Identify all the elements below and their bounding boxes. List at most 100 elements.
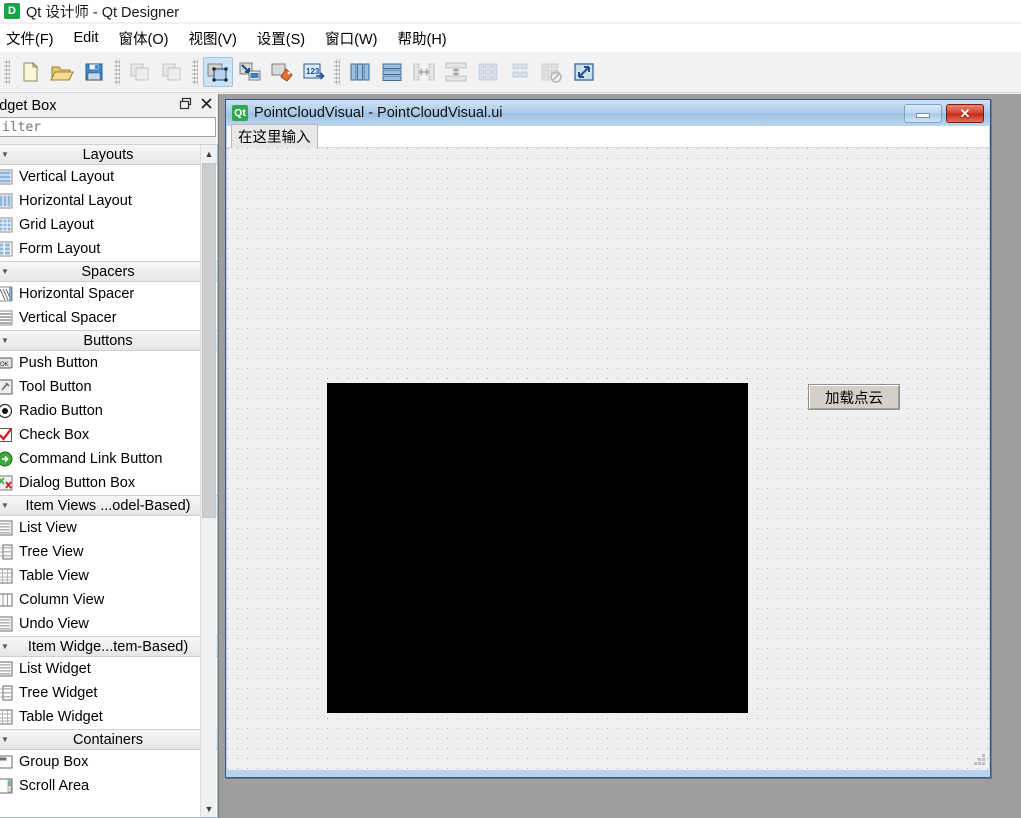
widget-item-label: Table View xyxy=(19,568,89,584)
pointcloud-display-widget[interactable] xyxy=(327,383,748,713)
edit-buddies-button[interactable] xyxy=(267,57,297,87)
widget-item-vertical-layout[interactable]: Vertical Layout xyxy=(0,165,217,189)
edit-widgets-button[interactable] xyxy=(203,57,233,87)
widget-item-scroll-area[interactable]: Scroll Area xyxy=(0,774,217,798)
widget-item-tree-view[interactable]: Tree View xyxy=(0,540,217,564)
widget-item-label: Tree Widget xyxy=(19,685,98,701)
widget-item-list-widget[interactable]: List Widget xyxy=(0,657,217,681)
widget-item-label: Command Link Button xyxy=(19,451,163,467)
section-title: Buttons xyxy=(83,332,133,349)
close-button[interactable]: ✕ xyxy=(946,103,984,123)
layout-grid-button[interactable] xyxy=(473,57,503,87)
widget-item-tree-widget[interactable]: Tree Widget xyxy=(0,681,217,705)
layout-horizontally-button[interactable] xyxy=(345,57,375,87)
widget-item-horizontal-layout[interactable]: Horizontal Layout xyxy=(0,189,217,213)
edit-signals-slots-button[interactable] xyxy=(235,57,265,87)
widget-item-group-box[interactable]: Group Box xyxy=(0,750,217,774)
dialog-button-box-icon xyxy=(0,475,13,491)
svg-text:OK: OK xyxy=(0,362,9,368)
widget-item-label: Horizontal Spacer xyxy=(19,286,135,302)
scroll-down-button[interactable]: ▼ xyxy=(201,800,217,817)
menu-window[interactable]: 窗口(W) xyxy=(315,25,387,52)
toolbar-grip-2[interactable] xyxy=(114,59,120,85)
widget-item-label: Form Layout xyxy=(19,241,101,257)
widget-item-grid-layout[interactable]: Grid Layout xyxy=(0,213,217,237)
widget-item-table-widget[interactable]: Table Widget xyxy=(0,705,217,729)
toolbar-grip-4[interactable] xyxy=(334,59,340,85)
widget-box-scrollbar[interactable]: ▲ ▼ xyxy=(200,145,216,817)
radio-button-icon xyxy=(0,403,13,419)
menu-file[interactable]: 文件(F) xyxy=(0,25,64,52)
widget-item-vertical-spacer[interactable]: Vertical Spacer xyxy=(0,306,217,330)
float-dock-button[interactable] xyxy=(176,97,194,115)
layout-splitter-vertical-button[interactable] xyxy=(441,57,471,87)
toolbar: 123 xyxy=(0,52,1021,93)
open-folder-icon xyxy=(50,61,74,83)
close-icon: ✕ xyxy=(959,105,971,121)
qt-designer-window: D Qt 设计师 - Qt Designer 文件(F) Edit 窗体(O) … xyxy=(0,0,1021,818)
widget-item-tool-button[interactable]: Tool Button xyxy=(0,375,217,399)
layout-form-icon xyxy=(508,61,532,83)
widget-item-list-view[interactable]: List View xyxy=(0,516,217,540)
table-view-icon xyxy=(0,568,13,584)
widget-item-column-view[interactable]: Column View xyxy=(0,588,217,612)
edit-tab-order-button[interactable]: 123 xyxy=(299,57,329,87)
widget-item-undo-view[interactable]: Undo View xyxy=(0,612,217,636)
widget-item-command-link-button[interactable]: Command Link Button xyxy=(0,447,217,471)
form-window-title: PointCloudVisual - PointCloudVisual.ui xyxy=(254,105,503,121)
form-canvas[interactable]: 加载点云 xyxy=(227,148,989,770)
form-menubar[interactable]: 在这里输入 xyxy=(227,124,989,149)
widget-item-horizontal-spacer[interactable]: Horizontal Spacer xyxy=(0,282,217,306)
adjust-size-button[interactable] xyxy=(569,57,599,87)
form-menu-placeholder[interactable]: 在这里输入 xyxy=(231,124,318,149)
widget-box-header: idget Box xyxy=(0,94,218,118)
save-form-button[interactable] xyxy=(79,57,109,87)
toolbar-grip-3[interactable] xyxy=(192,59,198,85)
widget-box-filter-input[interactable] xyxy=(0,117,216,137)
break-layout-button[interactable] xyxy=(537,57,567,87)
close-dock-button[interactable] xyxy=(197,97,215,115)
menu-form[interactable]: 窗体(O) xyxy=(109,25,179,52)
redo-button[interactable] xyxy=(157,57,187,87)
section-header-buttons[interactable]: ▼ Buttons xyxy=(0,330,217,351)
menu-settings[interactable]: 设置(S) xyxy=(247,25,315,52)
tree-view-icon xyxy=(0,544,13,560)
open-form-button[interactable] xyxy=(47,57,77,87)
widget-item-push-button[interactable]: OK Push Button xyxy=(0,351,217,375)
undo-button[interactable] xyxy=(125,57,155,87)
widget-item-form-layout[interactable]: Form Layout xyxy=(0,237,217,261)
tool-button-icon xyxy=(0,379,13,395)
signals-slots-icon xyxy=(238,61,262,83)
section-header-item-widgets[interactable]: ▼ Item Widge...tem-Based) xyxy=(0,636,217,657)
menu-help[interactable]: 帮助(H) xyxy=(387,25,456,52)
resize-grip-icon[interactable] xyxy=(973,754,986,767)
new-form-button[interactable] xyxy=(15,57,45,87)
menubar: 文件(F) Edit 窗体(O) 视图(V) 设置(S) 窗口(W) 帮助(H) xyxy=(0,24,1021,52)
qt-designer-icon: D xyxy=(4,3,20,19)
column-view-icon xyxy=(0,593,13,607)
section-header-layouts[interactable]: ▼ Layouts xyxy=(0,144,217,165)
layout-form-button[interactable] xyxy=(505,57,535,87)
close-icon xyxy=(200,97,213,115)
widget-item-label: Scroll Area xyxy=(19,778,90,794)
widget-item-check-box[interactable]: Check Box xyxy=(0,423,217,447)
section-header-spacers[interactable]: ▼ Spacers xyxy=(0,261,217,282)
scroll-up-button[interactable]: ▲ xyxy=(201,145,217,162)
layout-vertically-button[interactable] xyxy=(377,57,407,87)
menu-edit[interactable]: Edit xyxy=(64,27,109,49)
layout-splitter-horizontal-button[interactable] xyxy=(409,57,439,87)
section-header-containers[interactable]: ▼ Containers xyxy=(0,729,217,750)
qt-icon: Qt xyxy=(232,105,248,121)
layout-grid-icon xyxy=(476,61,500,83)
scrollbar-thumb[interactable] xyxy=(202,163,216,518)
form-window-titlebar[interactable]: Qt PointCloudVisual - PointCloudVisual.u… xyxy=(226,100,990,126)
widget-item-radio-button[interactable]: Radio Button xyxy=(0,399,217,423)
minimize-button[interactable] xyxy=(904,103,942,123)
widget-item-table-view[interactable]: Table View xyxy=(0,564,217,588)
load-pointcloud-button[interactable]: 加载点云 xyxy=(808,384,900,410)
section-header-item-views[interactable]: ▼ Item Views ...odel-Based) xyxy=(0,495,217,516)
menu-view[interactable]: 视图(V) xyxy=(178,25,246,52)
toolbar-grip[interactable] xyxy=(4,59,10,85)
widget-item-dialog-button-box[interactable]: Dialog Button Box xyxy=(0,471,217,495)
buddies-icon xyxy=(270,61,294,83)
